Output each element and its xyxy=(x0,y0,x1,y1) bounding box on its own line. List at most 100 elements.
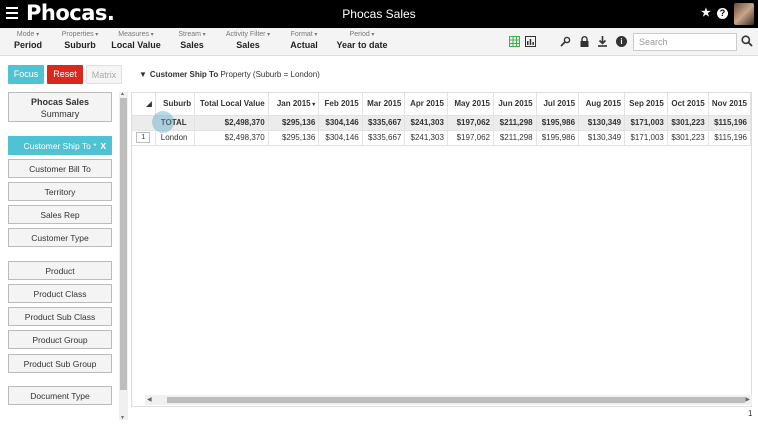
filter-detail: Property (Suburb = London) xyxy=(220,70,320,79)
mode-selector[interactable]: Mode Period xyxy=(12,31,44,50)
column-header[interactable]: Jul 2015 xyxy=(536,93,580,116)
column-header[interactable]: Apr 2015 xyxy=(404,93,448,116)
total-row: TOTAL $2,498,370 $295,136 $304,146 $335,… xyxy=(132,115,751,131)
scroll-right-icon[interactable]: ▶ xyxy=(745,396,750,403)
table-cell: $304,146 xyxy=(318,115,363,131)
column-header[interactable]: May 2015 xyxy=(447,93,494,116)
scroll-down-icon[interactable]: ▼ xyxy=(120,415,125,421)
sidebar-scrollbar[interactable]: ▲ ▼ xyxy=(119,91,128,421)
data-grid: ◢ Suburb Total Local Value Jan 2015 Feb … xyxy=(131,92,752,407)
table-cell: $211,298 xyxy=(493,115,537,131)
period-selector[interactable]: Period Year to date xyxy=(334,31,390,50)
table-cell: $2,498,370 xyxy=(194,130,269,146)
matrix-button[interactable]: Matrix xyxy=(86,65,122,84)
dimension-product-sub-class[interactable]: Product Sub Class xyxy=(8,307,112,326)
row-number-cell: 1 xyxy=(132,130,156,146)
grid-horizontal-scrollbar[interactable]: ◀ ▶ xyxy=(145,395,752,405)
table-cell: $130,349 xyxy=(578,130,626,146)
dimension-product-group[interactable]: Product Group xyxy=(8,330,112,349)
table-cell: $301,223 xyxy=(667,115,709,131)
measures-label: Measures xyxy=(110,31,162,38)
format-selector[interactable]: Format Actual xyxy=(286,31,322,50)
table-cell: $195,986 xyxy=(536,115,580,131)
row-number[interactable]: 1 xyxy=(136,132,151,143)
table-cell: $211,298 xyxy=(493,130,537,146)
table-cell: $335,667 xyxy=(362,130,406,146)
measures-selector[interactable]: Measures Local Value xyxy=(110,31,162,50)
scroll-up-icon[interactable]: ▲ xyxy=(120,91,125,97)
sort-toggle[interactable]: ◢ xyxy=(132,93,156,116)
properties-value: Suburb xyxy=(64,40,96,50)
search-input[interactable] xyxy=(633,33,737,51)
avatar[interactable] xyxy=(734,3,754,25)
dimension-label: Customer Ship To * xyxy=(23,141,97,151)
reset-button[interactable]: Reset xyxy=(47,65,83,84)
mode-label: Mode xyxy=(12,31,44,38)
summary-box[interactable]: Phocas Sales Summary xyxy=(8,92,112,122)
column-header[interactable]: Jun 2015 xyxy=(493,93,537,116)
toolbar: Mode Period Properties Suburb Measures L… xyxy=(0,28,758,56)
table-cell: $171,003 xyxy=(624,115,668,131)
data-table: ◢ Suburb Total Local Value Jan 2015 Feb … xyxy=(132,93,751,146)
table-cell: $130,349 xyxy=(578,115,626,131)
summary-title: Phocas Sales xyxy=(30,97,90,107)
table-cell: $115,196 xyxy=(708,130,751,146)
table-cell: $241,303 xyxy=(404,130,448,146)
download-icon[interactable] xyxy=(597,36,608,47)
format-value: Actual xyxy=(290,40,318,50)
measures-value: Local Value xyxy=(111,40,161,50)
filter-dimension: Customer Ship To xyxy=(149,70,219,79)
column-header[interactable]: Mar 2015 xyxy=(362,93,406,116)
dimension-sales-rep[interactable]: Sales Rep xyxy=(8,205,112,224)
sidebar-scroll-thumb[interactable] xyxy=(120,98,127,390)
dimension-territory[interactable]: Territory xyxy=(8,182,112,201)
menu-icon[interactable] xyxy=(6,7,18,21)
table-row[interactable]: 1 London $2,498,370 $295,136 $304,146 $3… xyxy=(132,130,751,146)
column-header[interactable]: Oct 2015 xyxy=(667,93,709,116)
activity-filter-value: Sales xyxy=(236,40,260,50)
dimension-customer-bill-to[interactable]: Customer Bill To xyxy=(8,159,112,178)
column-header[interactable]: Nov 2015 xyxy=(708,93,751,116)
table-cell: $195,986 xyxy=(536,130,580,146)
column-header[interactable]: Aug 2015 xyxy=(578,93,626,116)
dimension-product[interactable]: Product xyxy=(8,261,112,280)
top-bar: Phocas. Phocas Sales ★ ? xyxy=(0,0,758,28)
search-icon[interactable] xyxy=(741,35,753,47)
dimension-product-class[interactable]: Product Class xyxy=(8,284,112,303)
grid-view-icon[interactable] xyxy=(509,36,520,47)
table-cell: $115,196 xyxy=(708,115,751,131)
properties-selector[interactable]: Properties Suburb xyxy=(58,31,102,50)
key-icon[interactable] xyxy=(560,36,571,47)
dimension-customer-type[interactable]: Customer Type xyxy=(8,228,112,247)
table-cell: $304,146 xyxy=(318,130,363,146)
format-label: Format xyxy=(286,31,322,38)
column-header[interactable]: Feb 2015 xyxy=(318,93,363,116)
column-header[interactable]: Total Local Value xyxy=(194,93,269,116)
active-filter: ▼ Customer Ship To Property (Suburb = Lon… xyxy=(139,70,320,79)
dimension-document-type[interactable]: Document Type xyxy=(8,386,112,405)
stream-label: Stream xyxy=(174,31,210,38)
funnel-icon: ▼ xyxy=(139,70,147,79)
info-icon[interactable]: i xyxy=(616,36,627,47)
column-header[interactable]: Jan 2015 xyxy=(268,93,320,116)
table-cell: $295,136 xyxy=(268,115,320,131)
table-cell: $295,136 xyxy=(268,130,320,146)
dimension-product-sub-group[interactable]: Product Sub Group xyxy=(8,354,112,373)
activity-filter-selector[interactable]: Activity Filter Sales xyxy=(222,31,274,50)
properties-label: Properties xyxy=(58,31,102,38)
help-icon[interactable]: ? xyxy=(717,8,728,19)
lock-icon[interactable] xyxy=(579,36,590,47)
grid-scroll-thumb[interactable] xyxy=(167,397,745,403)
table-header-row: ◢ Suburb Total Local Value Jan 2015 Feb … xyxy=(132,93,751,116)
phocas-logo[interactable]: Phocas. xyxy=(26,1,115,25)
table-cell: $197,062 xyxy=(447,115,494,131)
dimension-customer-ship-to[interactable]: Customer Ship To * X xyxy=(8,136,112,155)
star-icon[interactable]: ★ xyxy=(701,6,711,19)
scroll-left-icon[interactable]: ◀ xyxy=(147,396,152,403)
chart-view-icon[interactable] xyxy=(525,36,536,47)
sort-icon[interactable]: ◢ xyxy=(146,101,151,108)
column-header[interactable]: Sep 2015 xyxy=(624,93,668,116)
remove-filter-icon[interactable]: X xyxy=(100,137,106,156)
stream-selector[interactable]: Stream Sales xyxy=(174,31,210,50)
focus-button[interactable]: Focus xyxy=(8,65,44,84)
